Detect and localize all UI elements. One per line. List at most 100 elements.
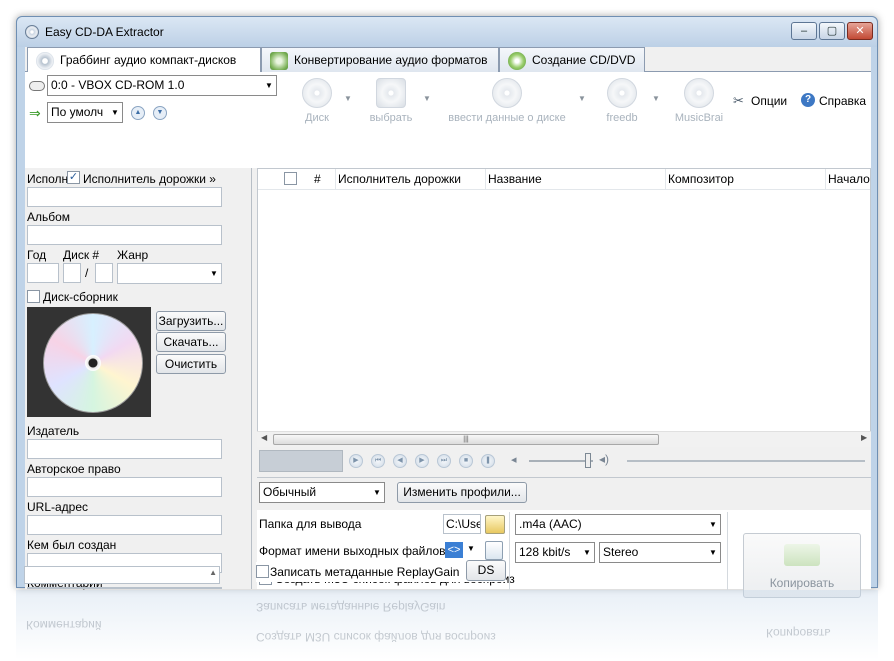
clear-cover-button[interactable]: Очистить xyxy=(156,354,226,374)
channels-select[interactable]: Stereo ▼ xyxy=(599,542,721,563)
tab-convert[interactable]: Конвертирование аудио форматов xyxy=(261,47,499,72)
edit-profiles-button[interactable]: Изменить профили... xyxy=(397,482,527,503)
play-icon[interactable]: ▶ xyxy=(349,454,363,468)
seek-bar[interactable] xyxy=(627,460,865,462)
player-bar: ▶ ⏮ ◀ ▶ ⏭ ■ ❚ ◂ ◂) xyxy=(257,447,871,475)
download-cover-button[interactable]: Скачать... xyxy=(156,332,226,352)
help-link[interactable]: Справка xyxy=(819,94,866,108)
filename-format-dropdown-icon[interactable]: ▼ xyxy=(467,544,475,553)
track-list[interactable]: # Исполнитель дорожки Название Композито… xyxy=(257,168,871,435)
replaygain-label: Записать метаданные ReplayGain xyxy=(270,565,460,579)
enter-disc-data-button[interactable]: ввести данные о диске xyxy=(439,78,575,124)
column-header-track-artist[interactable]: Исполнитель дорожки xyxy=(336,169,486,189)
column-header-composer[interactable]: Композитор xyxy=(666,169,826,189)
ds-button[interactable]: DS xyxy=(466,560,506,581)
url-label: URL-адрес xyxy=(27,500,89,514)
format-select-value: .m4a (AAC) xyxy=(519,517,582,531)
profile-select[interactable]: По умолч ▼ xyxy=(47,102,123,123)
album-info-panel: Исполн ✓ Исполнитель дорожки » Альбом Го… xyxy=(25,168,252,590)
musicbrainz-icon xyxy=(684,78,714,108)
artist-label: Исполн xyxy=(27,172,69,186)
publisher-field[interactable] xyxy=(27,439,222,459)
chevron-down-icon: ▼ xyxy=(706,515,720,534)
options-icon: ✂ xyxy=(733,93,744,108)
select-button-label: выбрать xyxy=(369,112,413,124)
year-field[interactable] xyxy=(27,263,59,283)
format-editor-icon[interactable] xyxy=(485,541,503,560)
column-header-title[interactable]: Название xyxy=(486,169,666,189)
mode-select[interactable]: Обычный ▼ xyxy=(259,482,385,503)
minimize-button[interactable]: ‒ xyxy=(791,22,817,40)
bitrate-select[interactable]: 128 kbit/s ▼ xyxy=(515,542,595,563)
artist-field[interactable] xyxy=(27,187,222,207)
select-all-checkbox[interactable] xyxy=(284,172,297,185)
help-icon: ? xyxy=(801,93,815,107)
format-select[interactable]: .m4a (AAC) ▼ xyxy=(515,514,721,535)
move-up-icon[interactable]: ▲ xyxy=(131,106,145,120)
reflection-copy-text: Копировать xyxy=(766,626,831,640)
freedb-dropdown-icon[interactable]: ▼ xyxy=(652,94,660,103)
load-cover-button[interactable]: Загрузить... xyxy=(156,311,226,331)
horizontal-scrollbar[interactable]: ◀ ||| ▶ xyxy=(257,431,871,447)
comment-field-box[interactable]: ▲ xyxy=(24,566,220,584)
tab-grab[interactable]: Граббинг аудио компакт-дисков xyxy=(27,47,261,73)
freedb-button[interactable]: freedb xyxy=(595,78,649,124)
genre-select[interactable]: ▼ xyxy=(117,263,222,284)
move-down-icon[interactable]: ▼ xyxy=(153,106,167,120)
fast-forward-icon[interactable]: ▶ xyxy=(415,454,429,468)
enter-data-dropdown-icon[interactable]: ▼ xyxy=(578,94,586,103)
select-button[interactable]: выбрать xyxy=(361,78,421,124)
comment-field[interactable] xyxy=(27,587,222,589)
copyright-field[interactable] xyxy=(27,477,222,497)
disc-total-field[interactable] xyxy=(95,263,113,283)
drive-select[interactable]: 0:0 - VBOX CD-ROM 1.0 ▼ xyxy=(47,75,277,96)
select-dropdown-icon[interactable]: ▼ xyxy=(423,94,431,103)
music-convert-icon xyxy=(270,52,288,70)
stop-icon[interactable]: ■ xyxy=(459,454,473,468)
copy-button[interactable]: Копировать xyxy=(743,533,861,598)
column-header-start[interactable]: Начало xyxy=(826,169,872,189)
created-by-label: Кем был создан xyxy=(27,538,117,552)
tab-burn[interactable]: Создание CD/DVD xyxy=(499,47,645,72)
scroll-left-icon[interactable]: ◀ xyxy=(261,433,267,442)
volume-track[interactable] xyxy=(529,460,593,462)
scroll-right-icon[interactable]: ▶ xyxy=(861,433,867,442)
volume-thumb[interactable] xyxy=(585,453,591,468)
select-list-icon xyxy=(376,78,406,108)
comment-scroll-up-icon[interactable]: ▲ xyxy=(209,568,217,577)
disc-dropdown-icon[interactable]: ▼ xyxy=(344,94,352,103)
reflection-m3u-text: Создать M3U список файлов для воспроиз xyxy=(256,630,496,644)
title-bar[interactable]: Easy CD-DA Extractor ‒ ▢ ✕ xyxy=(17,17,877,47)
track-artist-checkbox[interactable]: ✓ xyxy=(67,171,80,184)
album-field[interactable] xyxy=(27,225,222,245)
disc-button[interactable]: Диск xyxy=(293,78,341,124)
column-header-number[interactable]: # xyxy=(312,169,336,189)
window-title: Easy CD-DA Extractor xyxy=(45,25,164,39)
disc-number-field[interactable] xyxy=(63,263,81,283)
freedb-button-label: freedb xyxy=(606,112,638,124)
tab-grab-label: Граббинг аудио компакт-дисков xyxy=(60,53,237,67)
options-link[interactable]: Опции xyxy=(751,94,787,108)
album-cover[interactable] xyxy=(27,307,151,417)
folder-browse-icon[interactable] xyxy=(485,515,505,534)
compilation-checkbox[interactable] xyxy=(27,290,40,303)
rewind-icon[interactable]: ◀ xyxy=(393,454,407,468)
edit-disc-icon xyxy=(492,78,522,108)
pause-icon[interactable]: ❚ xyxy=(481,454,495,468)
close-button[interactable]: ✕ xyxy=(847,22,873,40)
replaygain-checkbox[interactable] xyxy=(256,565,269,578)
disc-button-label: Диск xyxy=(305,112,329,124)
previous-track-icon[interactable]: ⏮ xyxy=(371,454,385,468)
app-cd-icon xyxy=(25,25,39,39)
maximize-button[interactable]: ▢ xyxy=(819,22,845,40)
scroll-thumb[interactable]: ||| xyxy=(273,434,659,445)
url-field[interactable] xyxy=(27,515,222,535)
next-track-icon[interactable]: ⏭ xyxy=(437,454,451,468)
bitrate-select-value: 128 kbit/s xyxy=(519,545,571,559)
copy-icon xyxy=(784,544,820,566)
profile-select-value: По умолч xyxy=(51,105,104,119)
filename-format-field[interactable]: <> xyxy=(445,542,463,558)
musicbrainz-button[interactable]: MusicBrai xyxy=(669,78,729,124)
reflection-comment-text: Комментарий xyxy=(26,618,102,632)
output-folder-field[interactable]: C:\Use xyxy=(443,514,481,534)
